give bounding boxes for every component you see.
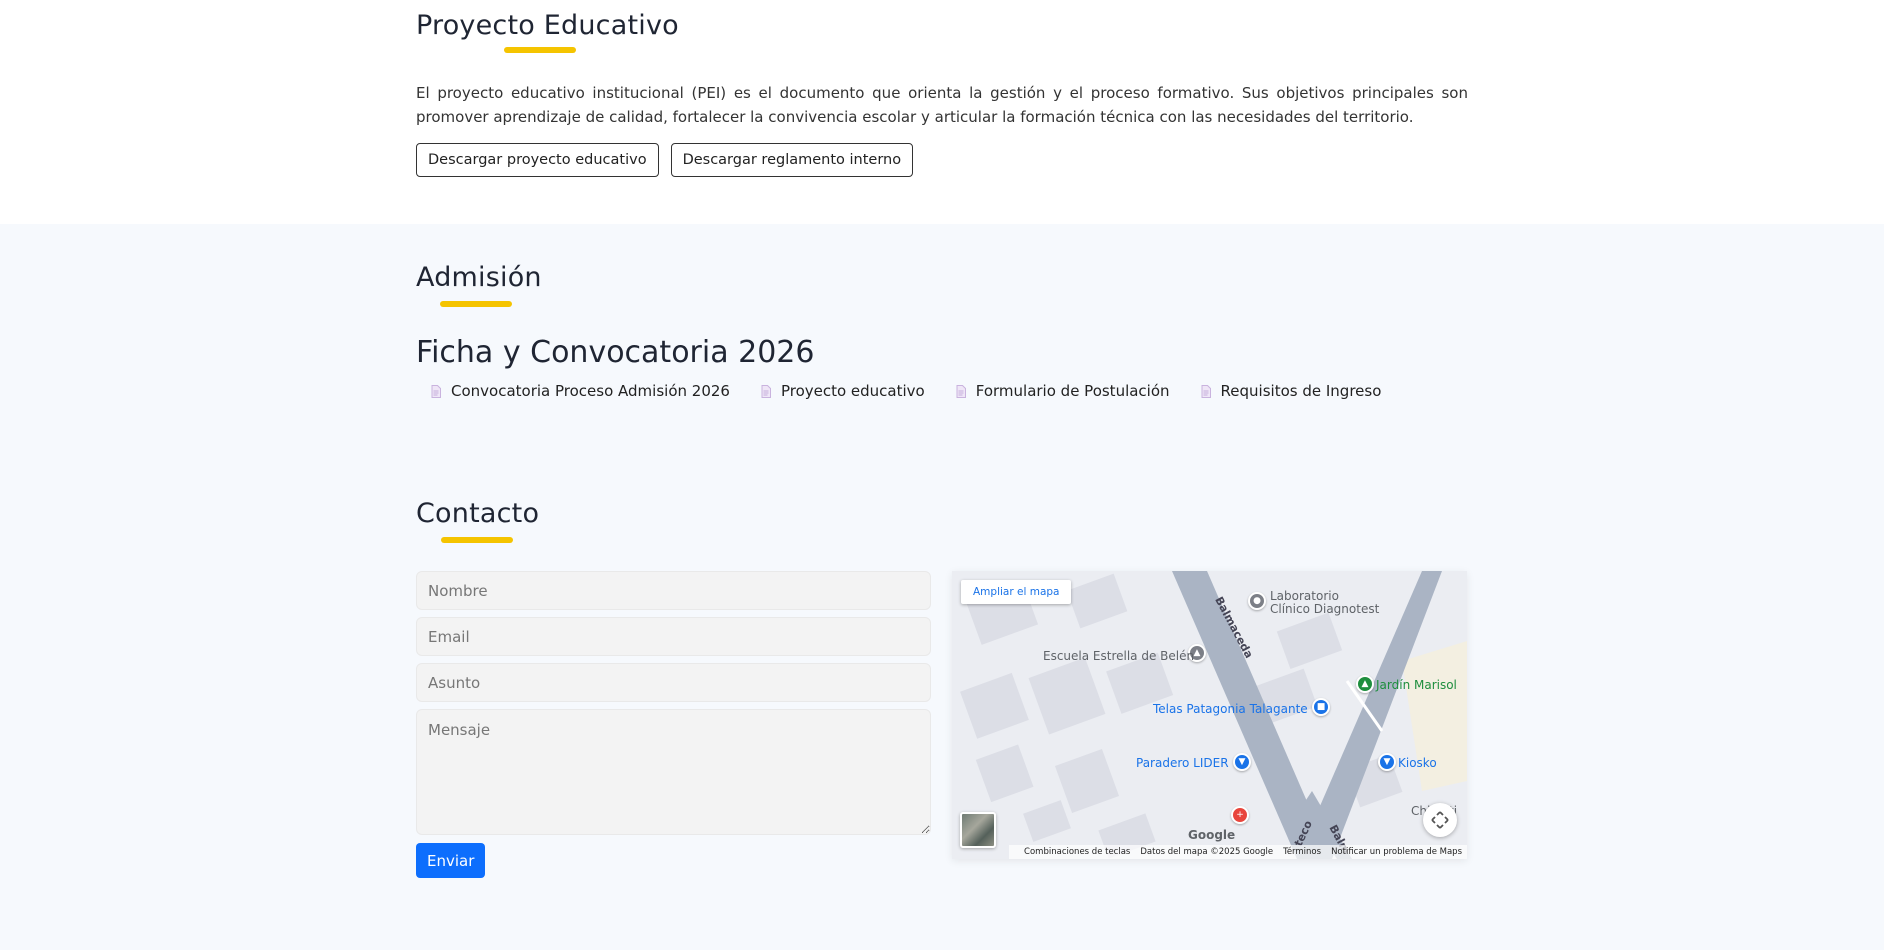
keyboard-shortcuts-link[interactable]: Combinaciones de teclas — [1024, 847, 1130, 857]
place-pin-icon: ● — [1248, 592, 1266, 610]
place-label-paradero: Paradero LIDER — [1136, 756, 1229, 770]
terms-link[interactable]: Términos — [1283, 847, 1321, 857]
expand-map-button[interactable]: Ampliar el mapa — [961, 580, 1072, 604]
pei-section: Proyecto Educativo El proyecto educativo… — [0, 0, 1884, 224]
google-logo: Google — [1188, 828, 1236, 842]
lower-section: Admisión Ficha y Convocatoria 2026 Convo… — [0, 224, 1884, 950]
download-reglamento-button[interactable]: Descargar reglamento interno — [670, 143, 914, 177]
place-label-kiosko: Kiosko — [1398, 756, 1437, 770]
place-label-escuela: Escuela Estrella de Belén — [1043, 649, 1195, 663]
admision-subtitle: Ficha y Convocatoria 2026 — [416, 335, 815, 370]
cart-pin-icon: ▼ — [1233, 753, 1251, 771]
subject-field[interactable] — [416, 663, 931, 702]
place-label-telas: Telas Patagonia Talagante — [1153, 702, 1308, 716]
health-pin-icon: + — [1231, 806, 1249, 824]
doc-link-proyecto-educativo[interactable]: Proyecto educativo — [761, 382, 925, 400]
document-icon — [1201, 384, 1211, 398]
email-field[interactable] — [416, 617, 931, 656]
cart-pin-icon: ▼ — [1378, 753, 1396, 771]
admision-title-underline — [440, 301, 512, 307]
contacto-title-underline — [441, 537, 513, 543]
document-icon — [956, 384, 966, 398]
doc-link-label: Requisitos de Ingreso — [1220, 382, 1382, 400]
map-footer: Combinaciones de teclas Datos del mapa ©… — [1009, 845, 1467, 859]
send-button[interactable]: Enviar — [416, 843, 486, 878]
document-icon — [431, 384, 441, 398]
place-label-lab: Laboratorio Clínico Diagnotest — [1270, 589, 1380, 616]
pei-buttons: Descargar proyecto educativo Descargar r… — [416, 143, 1468, 177]
doc-link-label: Proyecto educativo — [780, 382, 925, 400]
report-problem-link[interactable]: Notificar un problema de Maps — [1331, 847, 1462, 857]
park-pin-icon: ▲ — [1356, 675, 1374, 693]
pei-title: Proyecto Educativo — [416, 10, 679, 41]
admision-document-links: Convocatoria Proceso Admisión 2026 Proye… — [431, 382, 1468, 400]
admision-title: Admisión — [416, 262, 542, 293]
document-icon — [761, 384, 771, 398]
place-label-jardin: Jardín Marisol — [1376, 678, 1457, 692]
contact-form: Enviar — [416, 571, 931, 878]
name-field[interactable] — [416, 571, 931, 610]
doc-link-requisitos[interactable]: Requisitos de Ingreso — [1201, 382, 1382, 400]
pei-description: El proyecto educativo institucional (PEI… — [416, 84, 1468, 126]
google-map[interactable]: Balmaceda Balm teco ● Laboratorio Clínic… — [952, 571, 1467, 859]
fullscreen-icon[interactable] — [1423, 803, 1457, 837]
pei-title-underline — [504, 47, 576, 53]
shopping-pin-icon: ■ — [1312, 698, 1330, 716]
doc-link-convocatoria[interactable]: Convocatoria Proceso Admisión 2026 — [431, 382, 730, 400]
contacto-title: Contacto — [416, 498, 540, 529]
map-data-text: Datos del mapa ©2025 Google — [1140, 847, 1274, 857]
message-field[interactable] — [416, 709, 931, 835]
satellite-thumbnail[interactable] — [960, 812, 996, 848]
doc-link-label: Convocatoria Proceso Admisión 2026 — [451, 382, 730, 400]
download-pei-button[interactable]: Descargar proyecto educativo — [416, 143, 659, 177]
contact-row: Enviar — [416, 571, 1468, 878]
doc-link-formulario[interactable]: Formulario de Postulación — [956, 382, 1170, 400]
doc-link-label: Formulario de Postulación — [975, 382, 1170, 400]
